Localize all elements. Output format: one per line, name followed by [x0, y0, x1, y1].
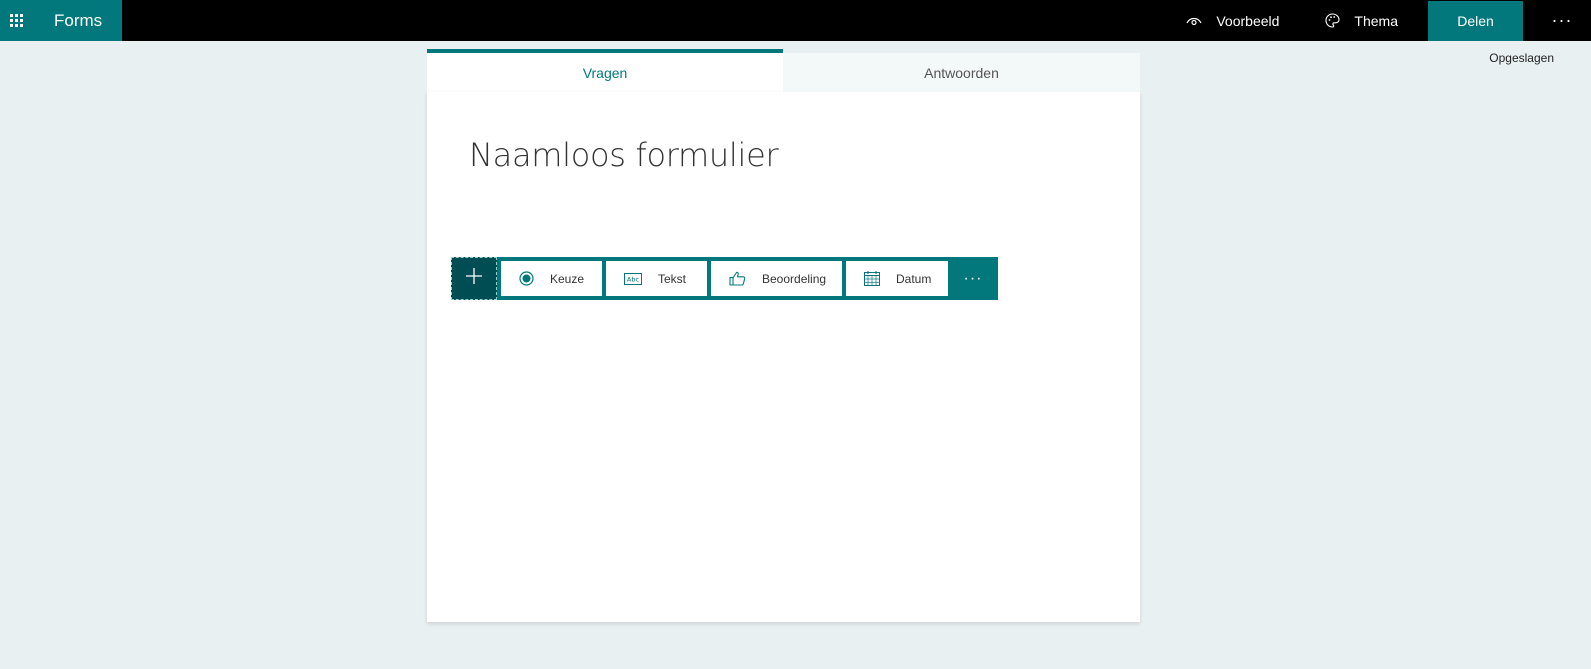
theme-label: Thema	[1354, 12, 1398, 29]
add-text-button[interactable]: Abc Tekst	[606, 261, 707, 296]
question-type-toolbar: Keuze Abc Tekst Beoordeling Datum ···	[451, 257, 998, 300]
header-actions: Voorbeeld Thema Delen ···	[1186, 0, 1591, 41]
app-name[interactable]: Forms	[54, 11, 102, 31]
add-question-button[interactable]	[451, 257, 497, 300]
preview-label: Voorbeeld	[1216, 12, 1280, 29]
save-status: Opgeslagen	[1489, 51, 1554, 65]
text-abc-icon: Abc	[624, 272, 642, 285]
thumbs-up-icon	[729, 271, 746, 286]
tab-questions[interactable]: Vragen	[427, 49, 783, 92]
more-options-button[interactable]: ···	[1533, 0, 1591, 41]
top-bar: Forms Voorbeeld Thema Delen ···	[0, 0, 1591, 41]
eye-icon	[1186, 15, 1202, 27]
date-label: Datum	[896, 271, 932, 286]
app-brand: Forms	[0, 0, 122, 41]
palette-icon	[1325, 13, 1340, 28]
text-label: Tekst	[658, 271, 687, 286]
add-choice-button[interactable]: Keuze	[501, 261, 602, 296]
rating-label: Beoordeling	[762, 271, 827, 286]
form-card: Naamloos formulier Keuze Abc Tekst Beoor…	[427, 92, 1140, 622]
calendar-icon	[864, 271, 880, 286]
theme-button[interactable]: Thema	[1325, 0, 1398, 41]
choice-label: Keuze	[550, 271, 585, 286]
preview-button[interactable]: Voorbeeld	[1186, 0, 1279, 41]
add-rating-button[interactable]: Beoordeling	[711, 261, 842, 296]
app-launcher-button[interactable]	[2, 0, 30, 41]
form-tabs: Vragen Antwoorden	[427, 49, 1140, 92]
waffle-icon	[9, 14, 23, 27]
tab-responses[interactable]: Antwoorden	[783, 53, 1140, 92]
radio-icon	[519, 271, 534, 286]
add-date-button[interactable]: Datum	[846, 261, 948, 296]
more-question-types-button[interactable]: ···	[948, 257, 998, 300]
svg-text:Abc: Abc	[627, 275, 640, 283]
plus-icon	[465, 267, 483, 290]
share-button[interactable]: Delen	[1428, 0, 1523, 41]
form-title[interactable]: Naamloos formulier	[469, 136, 779, 174]
